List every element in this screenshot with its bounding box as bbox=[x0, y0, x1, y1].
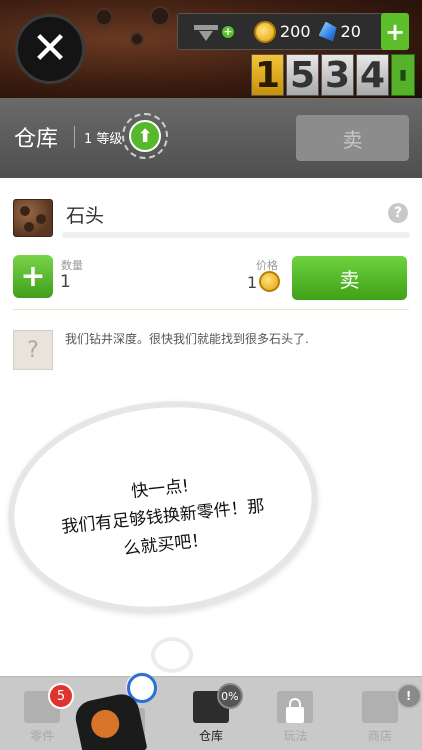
divider bbox=[13, 309, 409, 310]
buy-currency-button[interactable]: + bbox=[381, 13, 409, 50]
counter-digit: 1 bbox=[251, 54, 284, 96]
warehouse-header: 仓库 1 等级 ⬆ 卖 bbox=[0, 98, 422, 178]
gem-count: 20 bbox=[340, 22, 361, 41]
gem-icon bbox=[318, 21, 337, 42]
warehouse-badge: 0% bbox=[216, 683, 243, 709]
tab-label: 商店 bbox=[367, 729, 392, 743]
resource-panel: + 200 20 bbox=[177, 13, 409, 50]
rock-decoration bbox=[150, 6, 170, 26]
warehouse-level: 1 等级 bbox=[84, 132, 123, 147]
counter-digit: 4 bbox=[356, 54, 389, 96]
rock-decoration bbox=[130, 32, 144, 46]
increase-quantity-button[interactable]: + bbox=[13, 255, 53, 298]
drill-icon bbox=[194, 23, 218, 41]
tab-label: 玩法 bbox=[283, 729, 308, 743]
shop-icon bbox=[361, 691, 398, 723]
quantity-label: 数量 bbox=[61, 259, 83, 272]
page-title: 仓库 bbox=[14, 127, 59, 152]
counter-digit: 3 bbox=[321, 54, 354, 96]
tab-label: 仓库 bbox=[199, 729, 224, 743]
quantity-value: 1 bbox=[60, 272, 71, 292]
close-button[interactable]: ✕ bbox=[15, 14, 85, 84]
counter-digit: 5 bbox=[286, 54, 319, 96]
tab-shop[interactable]: ! 商店 bbox=[338, 677, 422, 750]
map-icon: ▮ bbox=[399, 67, 407, 83]
item-name: 石头 bbox=[66, 205, 105, 227]
coin-icon bbox=[259, 271, 280, 292]
speech-bubble-tail bbox=[151, 637, 193, 673]
top-game-bar: ✕ + 200 20 + 1 5 3 4 ▮ bbox=[0, 0, 422, 98]
coin-count: 200 bbox=[280, 22, 311, 41]
arrow-up-icon: ⬆ bbox=[129, 120, 161, 152]
depth-counter: 1 5 3 4 ▮ bbox=[251, 54, 415, 96]
add-drill-icon[interactable]: + bbox=[222, 25, 234, 38]
tab-gameplay[interactable]: 玩法 bbox=[253, 677, 337, 750]
coin-icon bbox=[254, 20, 276, 43]
sell-button[interactable]: 卖 bbox=[292, 256, 407, 300]
sell-all-button[interactable]: 卖 bbox=[296, 115, 409, 161]
upgrade-button[interactable]: ⬆ bbox=[122, 113, 168, 159]
shop-badge: ! bbox=[395, 683, 422, 709]
tab-warehouse[interactable]: 0% 仓库 bbox=[169, 677, 253, 750]
divider bbox=[74, 126, 75, 148]
rock-decoration bbox=[95, 8, 113, 26]
bottom-tab-bar: 5 零件 0% 仓库 玩法 ! 商店 bbox=[0, 676, 422, 750]
unknown-item-icon: ? bbox=[13, 330, 53, 370]
tab-parts[interactable]: 5 零件 bbox=[0, 677, 84, 750]
parts-badge: 5 bbox=[48, 683, 74, 709]
tab-label: 零件 bbox=[30, 729, 55, 743]
stone-item-icon bbox=[13, 199, 53, 237]
help-icon[interactable]: ? bbox=[388, 203, 408, 223]
lock-icon bbox=[286, 698, 305, 723]
price-value: 1 bbox=[247, 273, 258, 292]
map-button[interactable]: ▮ bbox=[391, 54, 415, 96]
divider bbox=[62, 232, 410, 238]
item-description: 我们钻井深度。很快我们就能找到很多石头了. bbox=[65, 332, 309, 346]
close-icon: ✕ bbox=[31, 23, 69, 74]
